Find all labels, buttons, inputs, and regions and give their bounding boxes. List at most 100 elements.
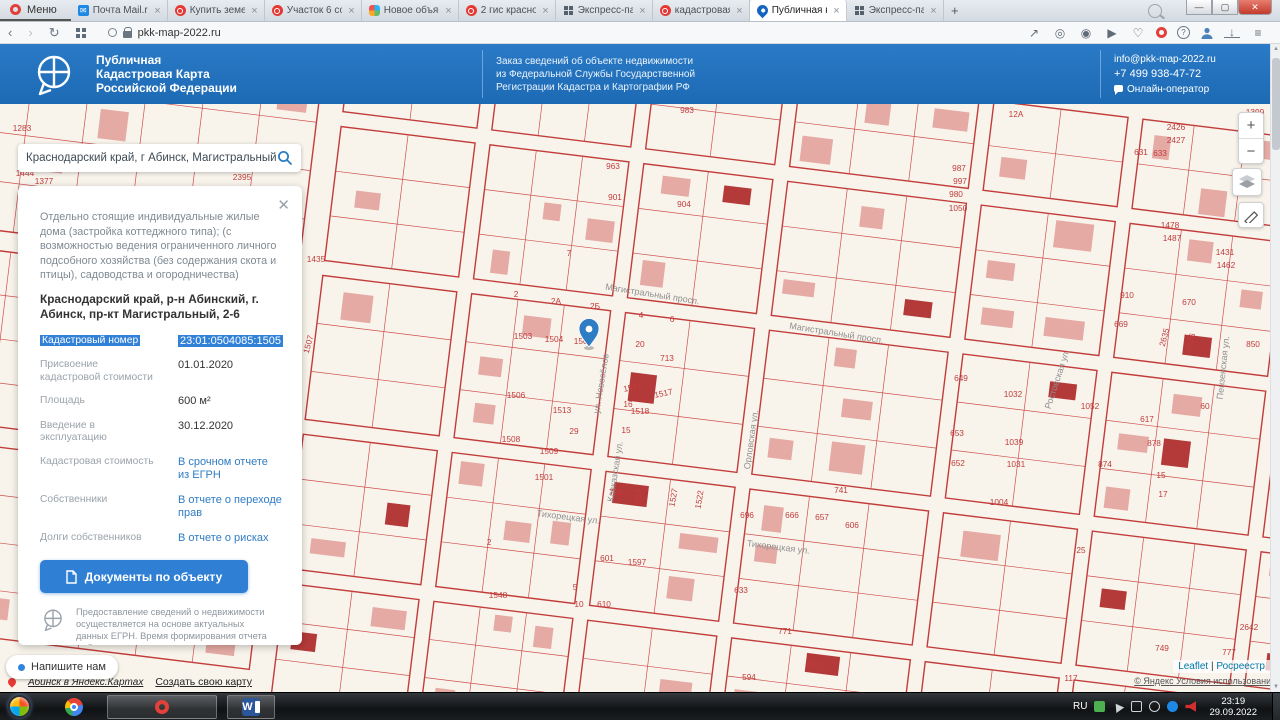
taskbar-word-button[interactable]: W [227,694,275,719]
tray-app-icon[interactable] [1094,701,1106,712]
online-operator-link[interactable]: Онлайн-оператор [1114,82,1216,97]
browser-tab[interactable]: кадастровая карта пуб× [653,0,750,21]
minimize-button[interactable]: — [1186,0,1212,15]
scroll-down-icon[interactable]: ▼ [1271,684,1280,690]
taskbar-clock[interactable]: 23:19 29.09.2022 [1209,696,1257,718]
bookmark-heart-icon[interactable]: ♡ [1130,26,1146,40]
tab-close-icon[interactable]: × [831,5,841,17]
row-value-link[interactable]: В срочном отчете из ЕГРН [178,456,282,483]
create-map-link[interactable]: Создать свою карту [155,676,252,688]
lock-icon [122,26,133,38]
parcel-number: 2 [487,537,492,547]
map-search [18,144,301,172]
tray-volume-muted-icon[interactable] [1185,701,1197,712]
start-button[interactable] [8,695,31,718]
panel-footnote: Предоставление сведений о недвижимости о… [40,606,282,645]
forward-icon[interactable]: › [20,25,40,40]
tab-close-icon[interactable]: × [249,5,259,17]
browser-tab[interactable]: Новое объявление —× [362,0,459,21]
tab-title: Экспресс-панель [577,5,634,16]
parcel-number: 910 [1120,290,1134,300]
chat-icon [1114,85,1123,95]
share-icon[interactable]: ↗ [1026,26,1042,40]
rosreestr-link[interactable]: Росреестр [1216,661,1265,672]
zoom-out-button[interactable]: − [1239,139,1263,164]
new-tab-button[interactable]: + [944,0,966,21]
tray-pointer-icon[interactable] [1112,700,1125,713]
url-text[interactable]: pkk-map-2022.ru [138,27,221,39]
tab-title: Экспресс-панель [868,5,925,16]
object-documents-button[interactable]: Документы по объекту [40,560,248,593]
browser-tab[interactable]: ✉ Почта Mail.ru × [71,0,168,21]
panel-close-icon[interactable]: ✕ [277,196,290,214]
opera-menu-button[interactable]: Меню [0,0,71,21]
row-label: Долги собственников [40,531,142,543]
scroll-up-icon[interactable]: ▲ [1271,46,1280,52]
write-us-button[interactable]: Напишите нам [6,655,118,679]
profile-icon[interactable] [1200,26,1214,40]
taskbar-opera-button[interactable] [107,694,217,719]
search-input[interactable] [26,152,277,164]
documents-button-label: Документы по объекту [84,569,223,584]
row-label: Присвоение кадастровой стоимости [40,359,153,383]
tab-close-icon[interactable]: × [928,5,938,17]
contact-phone[interactable]: +7 499 938-47-72 [1114,67,1216,82]
contact-email[interactable]: info@pkk-map-2022.ru [1114,52,1216,67]
tray-update-icon[interactable] [1149,701,1161,712]
tray-shield-icon[interactable] [1167,701,1179,712]
reload-icon[interactable]: ↻ [41,25,68,41]
show-desktop-button[interactable] [1272,692,1280,720]
site-badge-icon[interactable] [107,28,117,37]
browser-tab[interactable]: Купить земельный уча× [168,0,265,21]
layers-button[interactable] [1232,168,1262,196]
tab-close-icon[interactable]: × [346,5,356,17]
parcel-number: 874 [1098,459,1112,469]
pin-favicon-icon [754,2,771,19]
parcel-number: 997 [953,176,967,186]
parcel-number: 771 [778,626,792,636]
close-button[interactable]: ✕ [1238,0,1272,15]
leaflet-link[interactable]: Leaflet [1178,661,1208,672]
snapshot-icon[interactable]: ◎ [1052,26,1068,40]
tab-search-icon[interactable] [1148,3,1162,18]
browser-tab[interactable]: 2 гис краснодар — Ян× [459,0,556,21]
opera-badge-icon[interactable] [1156,27,1167,38]
yandex-copyright[interactable]: © Яндекс Условия использования [1134,676,1276,686]
tab-close-icon[interactable]: × [443,5,453,17]
browser-tab[interactable]: Публичная кадастров× [749,0,847,21]
browser-tab[interactable]: Экспресс-панель× [556,0,653,21]
header-contacts: info@pkk-map-2022.ru +7 499 938-47-72 Он… [1114,52,1216,97]
tray-network-icon[interactable] [1131,701,1143,712]
language-indicator[interactable]: RU [1073,701,1087,712]
tab-close-icon[interactable]: × [540,5,550,17]
back-icon[interactable]: ‹ [0,25,20,40]
speed-dial-icon[interactable] [75,27,86,38]
measure-button[interactable] [1238,202,1264,228]
zoom-in-button[interactable]: + [1239,113,1263,139]
help-icon[interactable]: ? [1177,26,1190,39]
parcel-number: 632 [807,660,821,670]
maximize-button[interactable]: ▢ [1212,0,1238,15]
browser-menu-icon[interactable]: ≡ [1250,26,1266,40]
scrollbar-thumb[interactable] [1272,58,1280,150]
search-icon[interactable] [277,150,293,166]
browser-tab[interactable]: Участок 6 сот. (ИЖС) в× [265,0,362,21]
taskbar-chrome-button[interactable] [51,695,97,719]
downloads-icon[interactable]: ↓ [1224,26,1240,38]
panel-row: Площадь 600 м² [40,395,282,409]
browser-tab[interactable]: Экспресс-панель× [847,0,944,21]
tab-close-icon[interactable]: × [152,5,162,17]
tab-close-icon[interactable]: × [637,5,647,17]
vpn-icon[interactable]: ◉ [1078,26,1094,40]
parcel-number: 726 [609,487,623,497]
parcel-number: 15 [1156,470,1166,480]
send-icon[interactable]: ▶ [1104,26,1120,40]
row-value-link[interactable]: В отчете о переходе прав [178,494,282,521]
parcel-number: 1435 [307,254,326,264]
row-value-link[interactable]: В отчете о рисках [178,532,282,546]
url-field[interactable]: pkk-map-2022.ru [107,26,221,39]
panel-row: Присвоение кадастровой стоимости 01.01.20… [40,359,282,384]
tab-close-icon[interactable]: × [734,5,744,17]
pkk-logo-icon [37,55,71,96]
page-scrollbar[interactable]: ▲ ▼ [1270,44,1280,692]
